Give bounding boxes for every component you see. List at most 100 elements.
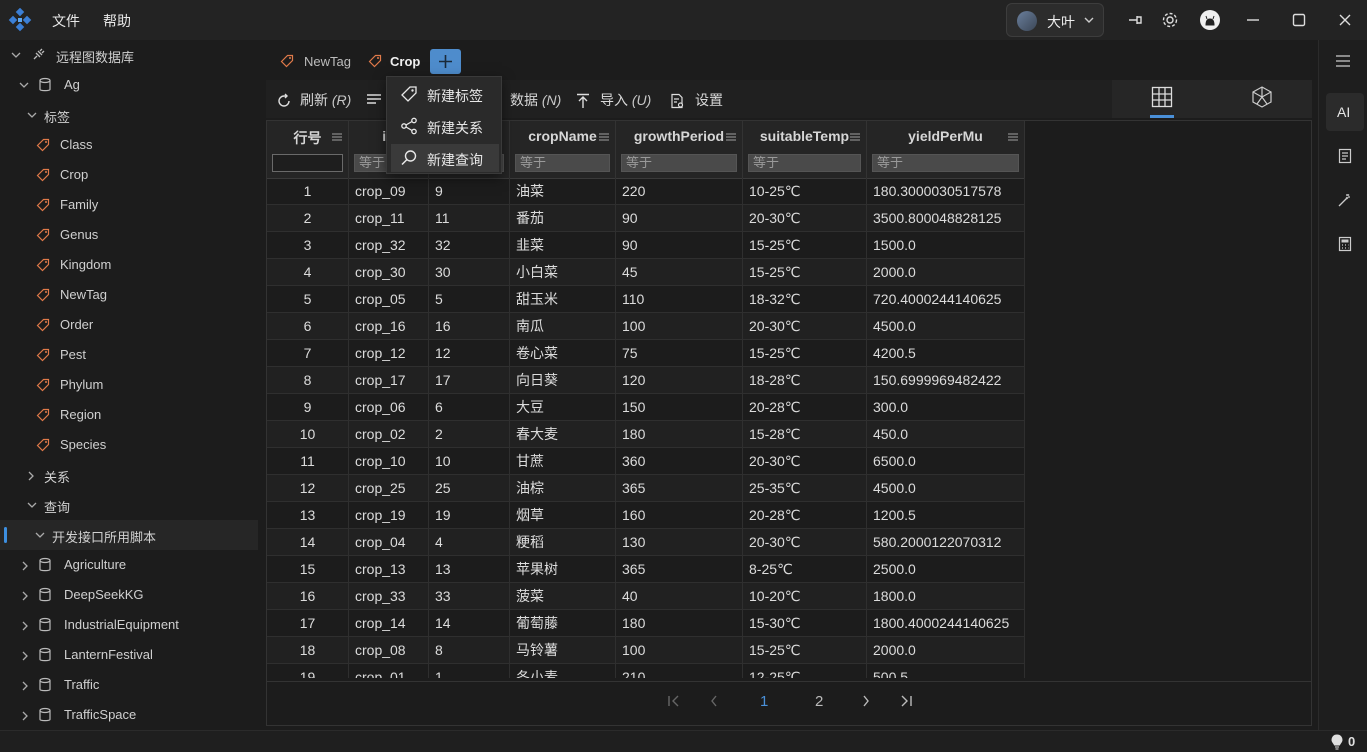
table-cell[interactable]: 16 [267, 583, 349, 610]
column-header[interactable]: 行号 [267, 121, 349, 179]
tree-queries-folder[interactable]: 查询 [0, 490, 264, 520]
table-cell[interactable]: 450.0 [867, 421, 1025, 448]
column-menu-icon[interactable] [332, 133, 342, 141]
table-cell[interactable]: 油棕 [510, 475, 616, 502]
table-row[interactable]: 10 crop_02 2 春大麦 180 15-28℃ 450.0 [267, 421, 1025, 448]
table-cell[interactable]: 1500.0 [867, 232, 1025, 259]
table-cell[interactable]: 苹果树 [510, 556, 616, 583]
table-cell[interactable]: 11 [267, 448, 349, 475]
tree-db-deepseekkg[interactable]: DeepSeekKG [0, 580, 264, 610]
table-row[interactable]: 16 crop_33 33 菠菜 40 10-20℃ 1800.0 [267, 583, 1025, 610]
table-cell[interactable]: 甜玉米 [510, 286, 616, 313]
prev-page-icon[interactable] [709, 694, 719, 708]
menu-new-relation[interactable]: 新建关系 [391, 112, 499, 140]
table-cell[interactable]: 4200.5 [867, 340, 1025, 367]
table-cell[interactable]: 20-30℃ [743, 205, 867, 232]
column-menu-icon[interactable] [850, 133, 860, 141]
table-cell[interactable]: 8 [429, 637, 510, 664]
table-cell[interactable]: 15-30℃ [743, 610, 867, 637]
column-menu-icon[interactable] [1008, 133, 1018, 141]
table-row[interactable]: 18 crop_08 8 马铃薯 100 15-25℃ 2000.0 [267, 637, 1025, 664]
table-cell[interactable]: 16 [429, 313, 510, 340]
table-cell[interactable]: 100 [616, 637, 743, 664]
table-row[interactable]: 13 crop_19 19 烟草 160 20-28℃ 1200.5 [267, 502, 1025, 529]
table-cell[interactable]: 1200.5 [867, 502, 1025, 529]
table-cell[interactable]: 马铃薯 [510, 637, 616, 664]
table-cell[interactable]: 15-25℃ [743, 259, 867, 286]
table-cell[interactable]: 150.6999969482422 [867, 367, 1025, 394]
tree-db-ag[interactable]: Ag [0, 70, 264, 100]
table-cell[interactable]: crop_02 [349, 421, 429, 448]
table-cell[interactable]: crop_08 [349, 637, 429, 664]
table-cell[interactable]: 1800.0 [867, 583, 1025, 610]
table-cell[interactable]: 13 [429, 556, 510, 583]
table-cell[interactable]: 菠菜 [510, 583, 616, 610]
table-cell[interactable]: 15 [267, 556, 349, 583]
tree-tag-genus[interactable]: Genus [0, 220, 264, 250]
table-cell[interactable]: 韭菜 [510, 232, 616, 259]
table-cell[interactable]: crop_13 [349, 556, 429, 583]
table-cell[interactable]: 18 [267, 637, 349, 664]
table-cell[interactable]: 18-28℃ [743, 367, 867, 394]
table-cell[interactable]: crop_11 [349, 205, 429, 232]
column-filter-input[interactable]: 等于 [872, 154, 1019, 172]
table-cell[interactable]: 油菜 [510, 178, 616, 205]
lightbulb-icon[interactable] [1331, 734, 1343, 750]
table-cell[interactable]: 8-25℃ [743, 556, 867, 583]
table-row[interactable]: 5 crop_05 5 甜玉米 110 18-32℃ 720.4000244140625 [267, 286, 1025, 313]
table-row[interactable]: 4 crop_30 30 小白菜 45 15-25℃ 2000.0 [267, 259, 1025, 286]
table-cell[interactable]: 90 [616, 232, 743, 259]
table-cell[interactable]: 720.4000244140625 [867, 286, 1025, 313]
tree-tags-folder[interactable]: 标签 [0, 100, 264, 130]
table-cell[interactable]: 15-25℃ [743, 637, 867, 664]
tree-tag-class[interactable]: Class [0, 130, 264, 160]
table-row[interactable]: 11 crop_10 10 甘蔗 360 20-30℃ 6500.0 [267, 448, 1025, 475]
table-cell[interactable]: 4 [267, 259, 349, 286]
table-cell[interactable]: 14 [429, 610, 510, 637]
tree-tag-phylum[interactable]: Phylum [0, 370, 264, 400]
table-cell[interactable]: 6 [267, 313, 349, 340]
table-row[interactable]: 17 crop_14 14 葡萄藤 180 15-30℃ 1800.400024414062… [267, 610, 1025, 637]
table-cell[interactable]: 15-28℃ [743, 421, 867, 448]
tree-relations-folder[interactable]: 关系 [0, 460, 264, 490]
table-row[interactable]: 2 crop_11 11 番茄 90 20-30℃ 3500.800048828125 [267, 205, 1025, 232]
table-cell[interactable]: 20-30℃ [743, 313, 867, 340]
table-row[interactable]: 9 crop_06 6 大豆 150 20-28℃ 300.0 [267, 394, 1025, 421]
table-cell[interactable]: crop_06 [349, 394, 429, 421]
table-cell[interactable]: 17 [267, 610, 349, 637]
table-cell[interactable]: 1800.4000244140625 [867, 610, 1025, 637]
menu-help[interactable]: 帮助 [103, 11, 131, 31]
table-cell[interactable]: 卷心菜 [510, 340, 616, 367]
table-row[interactable]: 14 crop_04 4 粳稻 130 20-30℃ 580.2000122070312 [267, 529, 1025, 556]
magic-wand-icon[interactable] [1337, 192, 1353, 208]
table-cell[interactable]: crop_19 [349, 502, 429, 529]
column-header[interactable]: growthPeriod 等于 [616, 121, 743, 179]
close-icon[interactable] [1336, 11, 1354, 29]
settings-button[interactable]: 设置 [669, 90, 723, 110]
table-cell[interactable]: 160 [616, 502, 743, 529]
github-icon[interactable] [1199, 9, 1221, 31]
table-cell[interactable]: crop_32 [349, 232, 429, 259]
minimize-icon[interactable] [1244, 11, 1262, 29]
table-cell[interactable]: 45 [616, 259, 743, 286]
tree-tag-order[interactable]: Order [0, 310, 264, 340]
table-cell[interactable]: 365 [616, 475, 743, 502]
table-cell[interactable]: 33 [429, 583, 510, 610]
table-cell[interactable]: 12 [429, 340, 510, 367]
table-cell[interactable]: 180 [616, 421, 743, 448]
table-cell[interactable]: 15-25℃ [743, 340, 867, 367]
table-cell[interactable]: crop_10 [349, 448, 429, 475]
table-cell[interactable]: 300.0 [867, 394, 1025, 421]
table-cell[interactable]: 番茄 [510, 205, 616, 232]
table-cell[interactable]: 4500.0 [867, 475, 1025, 502]
table-row[interactable]: 12 crop_25 25 油棕 365 25-35℃ 4500.0 [267, 475, 1025, 502]
table-cell[interactable]: 南瓜 [510, 313, 616, 340]
column-menu-icon[interactable] [726, 133, 736, 141]
table-cell[interactable]: crop_05 [349, 286, 429, 313]
table-cell[interactable]: 2000.0 [867, 259, 1025, 286]
table-cell[interactable]: crop_30 [349, 259, 429, 286]
table-cell[interactable]: 19 [267, 664, 349, 678]
table-cell[interactable]: 5 [267, 286, 349, 313]
table-cell[interactable]: 春大麦 [510, 421, 616, 448]
table-cell[interactable]: 20-30℃ [743, 448, 867, 475]
